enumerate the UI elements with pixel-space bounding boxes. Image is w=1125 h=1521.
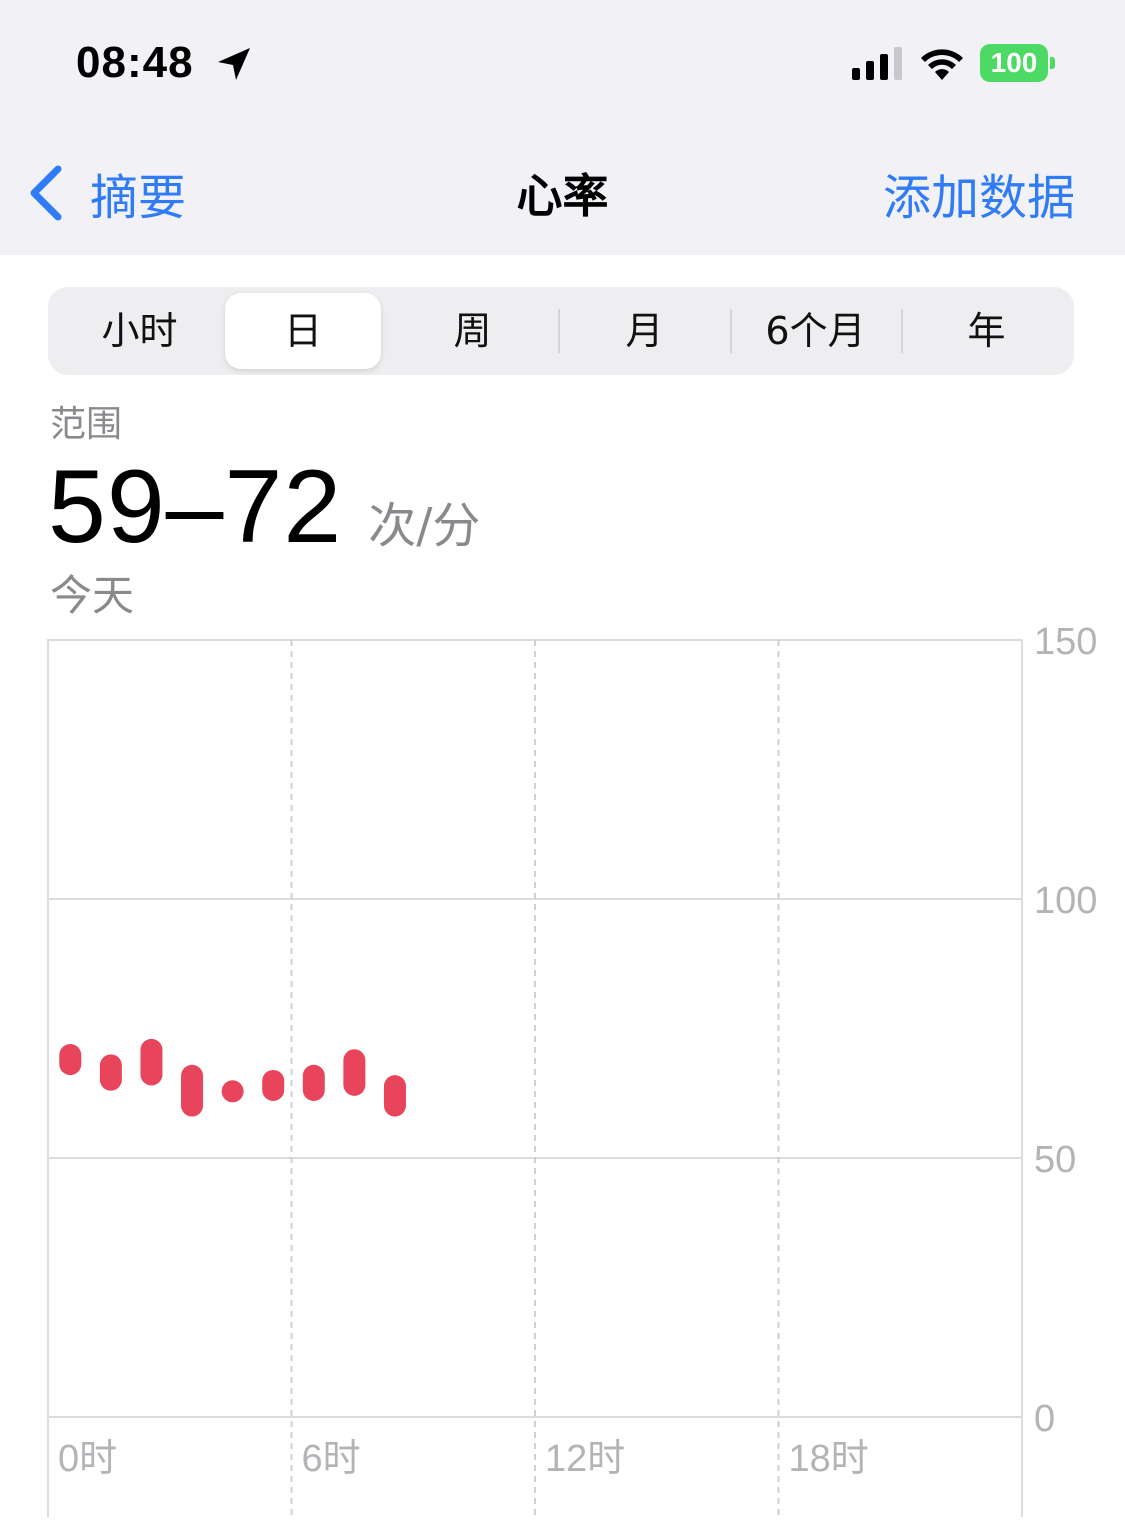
chart-svg: 150 100 50 0 0时 6时 12时 18时 [47, 621, 1097, 1517]
battery-level: 100 [980, 44, 1048, 82]
x-tick-label: 18时 [789, 1438, 869, 1480]
y-tick-label: 150 [1034, 621, 1097, 663]
range-value: 59–72 次/分 [48, 448, 480, 567]
segment-hour[interactable]: 小时 [54, 293, 225, 369]
heart-rate-range-bar [221, 1080, 244, 1103]
y-tick-label: 0 [1034, 1398, 1055, 1440]
segment-six-months[interactable]: 6个月 [730, 293, 901, 369]
range-label: 范围 [50, 404, 123, 445]
cellular-signal-icon [852, 47, 902, 80]
battery-nub [1050, 57, 1055, 69]
x-tick-label: 0时 [58, 1438, 117, 1480]
heart-rate-range-bar [262, 1069, 285, 1102]
segment-month[interactable]: 月 [559, 293, 730, 369]
y-tick-label: 100 [1034, 880, 1097, 922]
location-arrow-icon [218, 48, 250, 80]
heart-rate-range-bar [59, 1044, 82, 1076]
heart-rate-chart[interactable]: 150 100 50 0 0时 6时 12时 18时 [0, 620, 1125, 1517]
range-number: 59–72 [48, 449, 343, 565]
wifi-icon [921, 49, 963, 80]
range-unit: 次/分 [368, 498, 481, 554]
heart-rate-range-bar [383, 1075, 406, 1117]
x-tick-label: 6时 [302, 1438, 361, 1480]
heart-rate-range-bar [343, 1049, 366, 1096]
heart-rate-range-bar [140, 1038, 163, 1086]
x-tick-label: 12时 [545, 1438, 625, 1480]
segment-day[interactable]: 日 [225, 293, 381, 369]
add-data-button[interactable]: 添加数据 [883, 158, 1075, 228]
battery-indicator: 100 [980, 44, 1056, 84]
heart-rate-range-bar [99, 1054, 122, 1091]
heart-rate-range-bar [302, 1064, 325, 1102]
date-label: 今天 [50, 571, 135, 620]
time-range-segmented-control: 小时 日 周 月 6个月 年 [48, 287, 1074, 375]
status-time: 08:48 [76, 38, 194, 87]
header: 08:48 100 摘要 心率 添加数据 [0, 0, 1125, 255]
segment-week[interactable]: 周 [387, 293, 558, 369]
heart-rate-range-bar [181, 1064, 204, 1117]
y-tick-label: 50 [1034, 1139, 1076, 1181]
segment-year[interactable]: 年 [901, 293, 1072, 369]
